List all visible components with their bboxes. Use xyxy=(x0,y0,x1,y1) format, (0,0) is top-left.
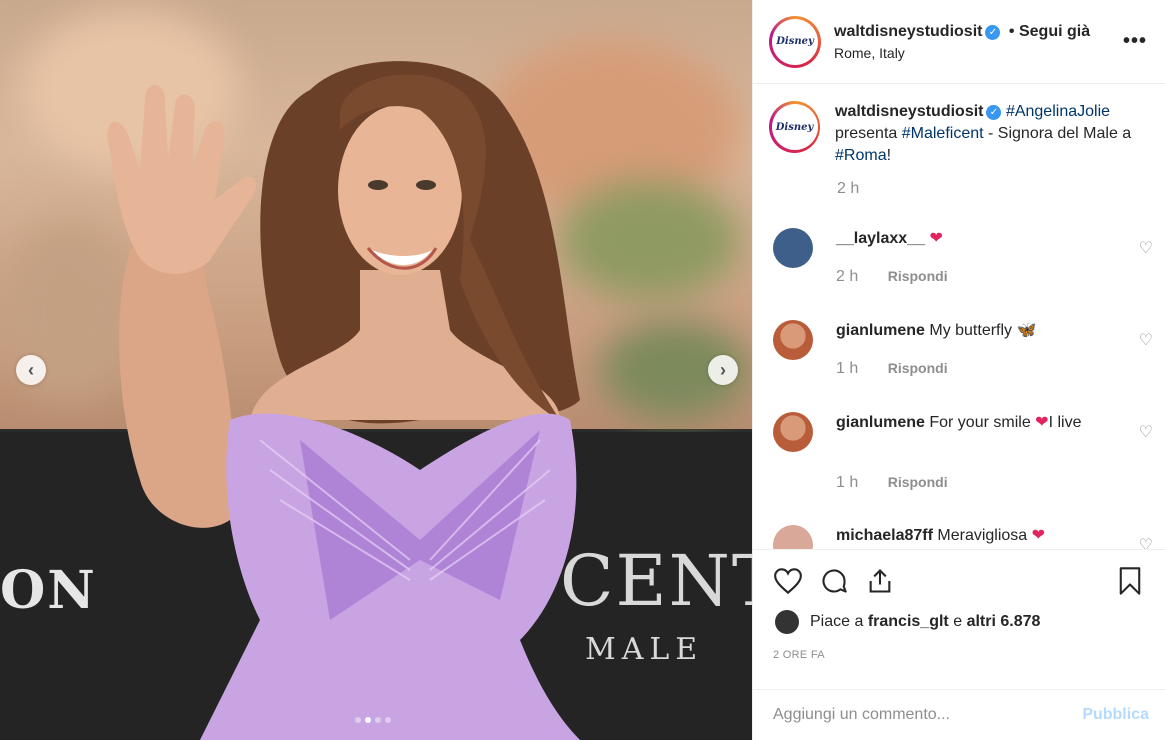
caption-text: waltdisneystudiosit ✓ #AngelinaJolie pres… xyxy=(835,101,1149,167)
previous-photo-button[interactable]: ‹ xyxy=(16,355,46,385)
next-photo-button[interactable]: › xyxy=(708,355,738,385)
butterfly-emoji: 🦋 xyxy=(1016,322,1037,339)
comments-list[interactable]: Disney waltdisneystudiosit ✓ #AngelinaJol… xyxy=(753,85,1165,549)
reply-button[interactable]: Rispondi xyxy=(888,268,948,284)
carousel-dot xyxy=(385,717,391,723)
comment-username[interactable]: __laylaxx__ xyxy=(836,230,925,247)
share-icon[interactable] xyxy=(865,566,895,596)
comment-meta: 1 h Rispondi xyxy=(836,360,948,378)
verified-icon: ✓ xyxy=(985,24,1001,40)
comment-time: 2 h xyxy=(836,268,859,285)
avatar[interactable]: Disney xyxy=(769,101,821,153)
disney-logo: Disney xyxy=(772,18,818,65)
comment-time: 1 h xyxy=(836,474,859,491)
hashtag-link[interactable]: #Maleficent xyxy=(902,125,984,142)
reply-button[interactable]: Rispondi xyxy=(888,360,948,376)
like-comment-icon[interactable]: ♡ xyxy=(1139,330,1153,350)
comment-username[interactable]: michaela87ff xyxy=(836,527,933,544)
bookmark-icon[interactable] xyxy=(1115,566,1145,596)
carousel-dot xyxy=(355,717,361,723)
heart-emoji: ❤ xyxy=(1031,527,1046,544)
avatar[interactable]: Disney xyxy=(769,15,821,68)
caption-username[interactable]: waltdisneystudiosit xyxy=(835,103,983,120)
caption-fragment: - Signora del Male a xyxy=(988,125,1132,142)
comment-input[interactable] xyxy=(773,706,1083,724)
comment-text: My butterfly xyxy=(929,322,1013,339)
likes-summary[interactable]: Piace a francis_glt e altri 6.878 xyxy=(775,610,1040,634)
caption-fragment: presenta xyxy=(835,125,898,142)
carousel-indicator xyxy=(355,717,391,723)
heart-emoji: ❤ xyxy=(929,230,943,247)
caption-time: 2 h xyxy=(837,180,860,197)
header-text: waltdisneystudiosit ✓ • Segui già Rome, I… xyxy=(834,23,1090,61)
avatar[interactable] xyxy=(773,412,813,452)
comment-body: gianlumene My butterfly 🦋 xyxy=(836,320,1106,342)
comment-meta: 2 h Rispondi xyxy=(836,268,948,286)
avatar[interactable] xyxy=(773,320,813,360)
comment-text: I live xyxy=(1048,414,1082,431)
avatar[interactable] xyxy=(773,525,813,549)
person-figure xyxy=(107,61,580,740)
publish-button[interactable]: Pubblica xyxy=(1082,706,1149,724)
chevron-right-icon: › xyxy=(720,359,726,380)
comment-text: For your smile xyxy=(929,414,1031,431)
add-comment-form: Pubblica xyxy=(753,689,1165,740)
likes-user[interactable]: francis_glt xyxy=(868,613,949,631)
avatar xyxy=(775,610,799,634)
post-photo[interactable]: ON CENT MALE ‹ xyxy=(0,0,752,740)
username-link[interactable]: waltdisneystudiosit xyxy=(834,23,982,40)
action-icons xyxy=(773,566,895,596)
like-comment-icon[interactable]: ♡ xyxy=(1139,238,1153,258)
post-side-panel: Disney waltdisneystudiosit ✓ • Segui già … xyxy=(752,0,1165,740)
comment-body: __laylaxx__ ❤ xyxy=(836,228,1106,250)
caption-fragment: ! xyxy=(886,147,892,164)
likes-join: e xyxy=(953,613,963,630)
chevron-left-icon: ‹ xyxy=(28,359,34,380)
carousel-dot xyxy=(375,717,381,723)
disney-logo: Disney xyxy=(771,104,818,150)
reply-button[interactable]: Rispondi xyxy=(888,474,948,490)
like-comment-icon[interactable]: ♡ xyxy=(1139,535,1153,549)
like-icon[interactable] xyxy=(773,566,803,596)
verified-icon: ✓ xyxy=(986,105,1002,120)
follow-status[interactable]: • Segui già xyxy=(1009,23,1090,40)
post-timestamp[interactable]: 2 ORE FA xyxy=(773,649,825,661)
comment-icon[interactable] xyxy=(819,566,849,596)
hashtag-link[interactable]: #Roma xyxy=(835,147,887,164)
location-link[interactable]: Rome, Italy xyxy=(834,45,1090,61)
comment-time: 1 h xyxy=(836,360,859,377)
comment-body: gianlumene For your smile ❤I live xyxy=(836,412,1106,434)
follow-status-label: Segui già xyxy=(1018,22,1091,40)
post-caption: Disney waltdisneystudiosit ✓ #AngelinaJol… xyxy=(753,85,1165,167)
comment-meta: 1 h Rispondi xyxy=(836,474,948,492)
comment-username[interactable]: gianlumene xyxy=(836,414,925,431)
comment-text: Meravigliosa xyxy=(937,527,1028,544)
post-header: Disney waltdisneystudiosit ✓ • Segui già … xyxy=(753,0,1165,84)
comment-body: michaela87ff Meravigliosa ❤ xyxy=(836,525,1106,547)
likes-prefix: Piace a xyxy=(810,613,864,630)
more-options-icon[interactable]: ••• xyxy=(1123,30,1147,53)
comment-username[interactable]: gianlumene xyxy=(836,322,925,339)
hashtag-link[interactable]: #AngelinaJolie xyxy=(1006,103,1110,120)
avatar[interactable] xyxy=(773,228,813,268)
likes-others[interactable]: altri 6.878 xyxy=(967,613,1041,631)
heart-emoji: ❤ xyxy=(1035,414,1049,431)
like-comment-icon[interactable]: ♡ xyxy=(1139,422,1153,442)
post-actions: Piace a francis_glt e altri 6.878 2 ORE … xyxy=(753,549,1165,689)
carousel-dot-active xyxy=(365,717,371,723)
